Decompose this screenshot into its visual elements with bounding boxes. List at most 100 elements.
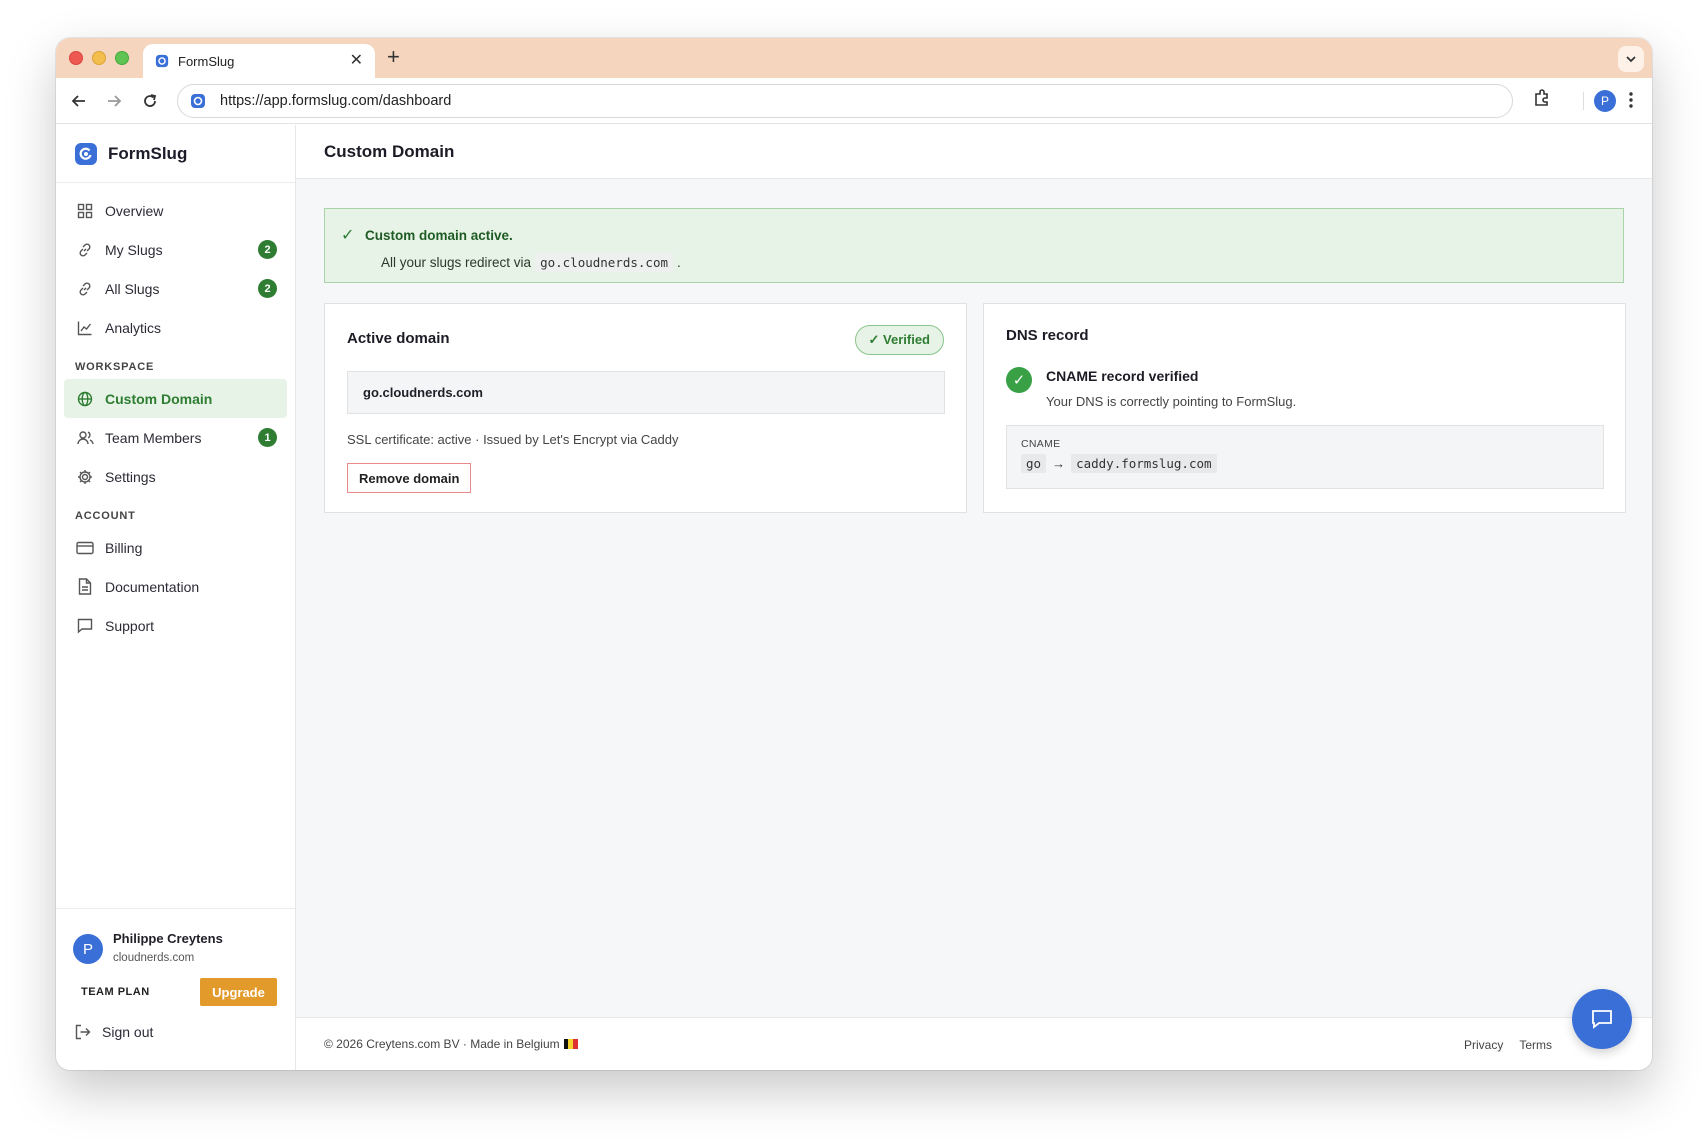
user-name: Philippe Creytens (113, 931, 223, 946)
sidebar-item-custom-domain[interactable]: Custom Domain (64, 379, 287, 418)
extensions-icon[interactable] (1532, 88, 1552, 113)
sidebar-item-label: Overview (105, 202, 164, 219)
site-info-icon[interactable] (190, 93, 206, 109)
user-profile[interactable]: P Philippe Creytens cloudnerds.com (56, 909, 295, 964)
chevron-down-icon (1626, 56, 1636, 63)
verified-badge: ✓ Verified (854, 325, 944, 355)
chart-icon (76, 319, 94, 337)
sidebar-item-label: Custom Domain (105, 390, 213, 407)
sidebar-item-my-slugs[interactable]: My Slugs 2 (64, 230, 287, 269)
alert-title: Custom domain active. (365, 227, 513, 243)
close-window-button[interactable] (69, 51, 83, 65)
alert-message-suffix: . (677, 255, 681, 270)
count-badge: 1 (258, 428, 277, 447)
minimize-window-button[interactable] (92, 51, 106, 65)
belgium-flag-icon (563, 1039, 578, 1049)
profile-avatar[interactable]: P (1594, 90, 1616, 112)
plan-row: TEAM PLAN Upgrade (56, 964, 295, 1006)
sidebar-item-label: Support (105, 617, 155, 634)
sidebar-item-label: Billing (105, 539, 143, 556)
back-icon[interactable] (68, 90, 90, 112)
brand-name: FormSlug (108, 143, 188, 163)
sidebar: FormSlug Overview My Slugs 2 All Slugs 2 (56, 125, 296, 1070)
remove-domain-button[interactable]: Remove domain (347, 463, 472, 493)
plan-label: TEAM PLAN (81, 986, 150, 998)
success-alert: ✓ Custom domain active. All your slugs r… (324, 208, 1624, 283)
check-icon: ✓ (341, 227, 355, 244)
sign-out-button[interactable]: Sign out (56, 1006, 295, 1040)
alert-domain-code: go.cloudnerds.com (535, 253, 673, 272)
card-icon (76, 539, 94, 557)
chat-bubble-icon (1592, 1010, 1612, 1029)
maximize-window-button[interactable] (115, 51, 129, 65)
sidebar-item-label: My Slugs (105, 241, 163, 258)
formslug-favicon-icon (155, 54, 169, 68)
url-text: https://app.formslug.com/dashboard (220, 93, 452, 109)
close-tab-icon[interactable]: ✕ (350, 53, 363, 69)
sidebar-item-documentation[interactable]: Documentation (64, 567, 287, 606)
account-heading: ACCOUNT (75, 510, 136, 522)
ssl-status: SSL certificate: active · Issued by Let'… (347, 432, 679, 447)
link-icon (76, 280, 94, 298)
document-icon (76, 578, 94, 596)
browser-toolbar: https://app.formslug.com/dashboard P (56, 78, 1652, 124)
sidebar-item-all-slugs[interactable]: All Slugs 2 (64, 269, 287, 308)
formslug-logo-icon (75, 142, 97, 165)
sidebar-footer: P Philippe Creytens cloudnerds.com TEAM … (56, 908, 295, 1070)
browser-window: FormSlug ✕ + https://app.formslug.com/da… (56, 38, 1652, 1070)
dns-status-subtitle: Your DNS is correctly pointing to FormSl… (1046, 394, 1297, 409)
check-circle-icon: ✓ (1006, 367, 1032, 393)
grid-icon (76, 202, 94, 220)
privacy-link[interactable]: Privacy (1464, 1038, 1503, 1052)
users-icon (76, 429, 94, 447)
cname-record-box: CNAME go → caddy.formslug.com (1006, 425, 1604, 489)
app-root: FormSlug Overview My Slugs 2 All Slugs 2 (56, 125, 1652, 1070)
sidebar-item-label: Settings (105, 468, 156, 485)
active-domain-card: Active domain ✓ Verified go.cloudnerds.c… (324, 303, 967, 513)
sidebar-item-analytics[interactable]: Analytics (64, 308, 287, 347)
toolbar-divider (1583, 92, 1584, 110)
footer-links: Privacy Terms (1464, 1038, 1552, 1052)
upgrade-button[interactable]: Upgrade (200, 978, 277, 1006)
record-host: go (1021, 454, 1047, 473)
copyright-text: © 2026 Creytens.com BV · Made in Belgium (324, 1037, 560, 1051)
count-badge: 2 (258, 279, 277, 298)
workspace-nav: Custom Domain Team Members 1 Settings (56, 379, 295, 496)
avatar: P (73, 934, 103, 964)
dns-record-card: DNS record ✓ CNAME record verified Your … (983, 303, 1626, 513)
terms-link[interactable]: Terms (1519, 1038, 1552, 1052)
sidebar-item-label: Team Members (105, 429, 202, 446)
sidebar-item-team-members[interactable]: Team Members 1 (64, 418, 287, 457)
brand[interactable]: FormSlug (56, 125, 295, 183)
chat-widget-button[interactable] (1572, 989, 1632, 1049)
sidebar-item-settings[interactable]: Settings (64, 457, 287, 496)
count-badge: 2 (258, 240, 277, 259)
user-org: cloudnerds.com (113, 952, 195, 964)
browser-tab[interactable]: FormSlug ✕ (143, 44, 375, 78)
page-footer: © 2026 Creytens.com BV · Made in Belgium… (296, 1017, 1652, 1070)
globe-icon (76, 390, 94, 408)
copyright: © 2026 Creytens.com BV · Made in Belgium (324, 1037, 578, 1051)
alert-message-prefix: All your slugs redirect via (381, 255, 532, 270)
sidebar-item-support[interactable]: Support (64, 606, 287, 645)
sign-out-icon (75, 1024, 91, 1040)
dns-record-title: DNS record (1006, 327, 1089, 344)
sign-out-label: Sign out (102, 1024, 154, 1040)
reload-icon[interactable] (139, 90, 161, 112)
sidebar-item-billing[interactable]: Billing (64, 528, 287, 567)
main-content: Custom Domain ✓ Custom domain active. Al… (296, 125, 1652, 1070)
dns-status-title: CNAME record verified (1046, 368, 1199, 384)
tab-title: FormSlug (178, 53, 235, 69)
chat-icon (76, 617, 94, 635)
page-header: Custom Domain (296, 125, 1652, 179)
record-type-label: CNAME (1021, 438, 1061, 450)
new-tab-icon[interactable]: + (387, 46, 400, 68)
tab-search-button[interactable] (1618, 46, 1644, 72)
sidebar-item-overview[interactable]: Overview (64, 191, 287, 230)
sidebar-item-label: Analytics (105, 319, 162, 336)
account-nav: Billing Documentation Support (56, 528, 295, 645)
browser-menu-icon[interactable] (1628, 90, 1634, 115)
address-bar[interactable]: https://app.formslug.com/dashboard (177, 84, 1513, 118)
alert-message: All your slugs redirect via go.cloudnerd… (381, 253, 1623, 272)
forward-icon[interactable] (103, 90, 125, 112)
